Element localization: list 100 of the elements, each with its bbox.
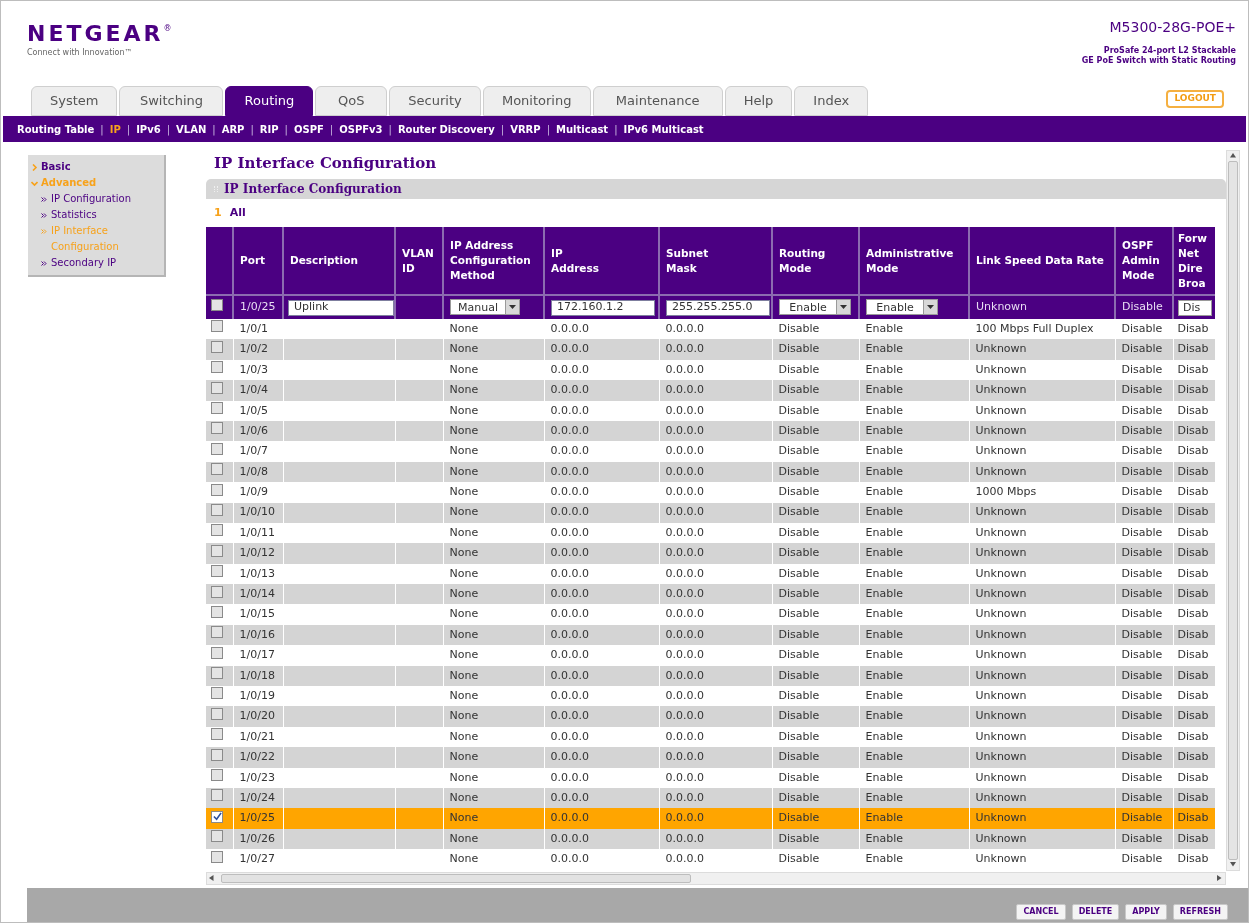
- tagline: Connect with Innovation™: [27, 47, 134, 59]
- submenu-link[interactable]: Multicast: [556, 121, 609, 137]
- checkbox[interactable]: [211, 402, 223, 414]
- table-cell: 0.0.0.0: [544, 706, 659, 727]
- checkbox[interactable]: [211, 524, 223, 537]
- forwarding-select[interactable]: Dis: [1178, 299, 1212, 316]
- nav-tab[interactable]: Security: [389, 86, 481, 116]
- table-cell: Unknown: [969, 808, 1115, 829]
- table-cell: 0.0.0.0: [544, 767, 659, 788]
- action-button[interactable]: APPLY: [1125, 904, 1167, 920]
- submenu-link[interactable]: Router Discovery: [397, 121, 495, 137]
- table-cell: Enable: [859, 808, 969, 829]
- table-cell: Disab: [1173, 849, 1215, 870]
- sidebar-item[interactable]: IP Configuration: [51, 191, 131, 207]
- checkbox[interactable]: [211, 298, 223, 311]
- checkbox[interactable]: [211, 320, 223, 333]
- checkbox[interactable]: [211, 442, 223, 455]
- vertical-scrollbar[interactable]: [1226, 150, 1240, 871]
- checkbox[interactable]: [211, 422, 223, 435]
- action-button[interactable]: CANCEL: [1016, 904, 1066, 920]
- checkbox[interactable]: [211, 728, 223, 741]
- admin-mode-select[interactable]: Enable: [866, 299, 938, 315]
- table-cell: Disable: [772, 482, 859, 503]
- table-cell: Enable: [859, 441, 969, 462]
- description-field[interactable]: Uplink: [288, 299, 394, 316]
- nav-tab[interactable]: QoS: [315, 86, 388, 116]
- routing-mode-select[interactable]: Enable: [779, 299, 851, 315]
- nav-tab[interactable]: System: [31, 86, 118, 116]
- checkbox[interactable]: [211, 667, 223, 680]
- checkbox[interactable]: [211, 544, 223, 557]
- scrollbar-thumb[interactable]: [221, 873, 691, 883]
- menu-separator: |: [614, 122, 618, 137]
- table-cell: Disable: [772, 339, 859, 360]
- checkbox[interactable]: [211, 381, 223, 394]
- scroll-left-icon[interactable]: [209, 875, 215, 882]
- table-cell: Disable: [772, 706, 859, 727]
- submenu-link[interactable]: Routing Table: [17, 121, 95, 137]
- submenu-link[interactable]: IPv6 Multicast: [623, 121, 704, 137]
- scrollbar-thumb[interactable]: [1228, 161, 1238, 860]
- action-button[interactable]: REFRESH: [1172, 904, 1228, 920]
- table-cell: None: [443, 706, 544, 727]
- horizontal-scrollbar[interactable]: [206, 871, 1226, 885]
- nav-tab[interactable]: Help: [724, 86, 793, 116]
- checkbox[interactable]: [211, 585, 223, 598]
- checkbox[interactable]: [211, 850, 223, 863]
- checkbox[interactable]: [211, 503, 223, 516]
- table-cell: Disab: [1173, 645, 1215, 666]
- table-cell: Disable: [1115, 604, 1173, 625]
- nav-tab[interactable]: Index: [794, 86, 869, 116]
- table-cell: Unknown: [969, 400, 1115, 421]
- checkbox[interactable]: [211, 340, 223, 353]
- table-cell: 0.0.0.0: [659, 706, 772, 727]
- method-select[interactable]: Manual: [450, 299, 520, 315]
- sidebar-item[interactable]: Statistics: [51, 207, 97, 223]
- table-cell: Enable: [859, 543, 969, 564]
- checkbox[interactable]: [211, 565, 223, 578]
- table-cell: Disab: [1173, 767, 1215, 788]
- nav-tab[interactable]: Switching: [119, 86, 224, 116]
- checkbox[interactable]: [211, 361, 223, 374]
- checkbox[interactable]: [211, 646, 223, 659]
- table-cell: Disab: [1173, 359, 1215, 381]
- table-cell: Disab: [1173, 584, 1215, 605]
- checkbox[interactable]: [211, 687, 223, 700]
- nav-tab[interactable]: Monitoring: [482, 86, 591, 116]
- unit-label[interactable]: All: [229, 204, 246, 222]
- checkbox[interactable]: [211, 463, 223, 476]
- menu-separator: |: [546, 122, 550, 137]
- submenu-link[interactable]: IPv6: [136, 121, 161, 137]
- subnet-mask-field[interactable]: 255.255.255.0: [666, 299, 770, 316]
- submenu-link[interactable]: RIP: [259, 121, 279, 137]
- submenu-link[interactable]: OSPF: [293, 121, 324, 137]
- menu-separator: |: [212, 122, 216, 137]
- submenu-link[interactable]: VRRP: [510, 121, 541, 137]
- nav-tab[interactable]: Maintenance: [592, 86, 723, 116]
- scroll-down-icon[interactable]: [1230, 862, 1236, 868]
- checkbox[interactable]: [211, 748, 223, 761]
- submenu-link[interactable]: OSPFv3: [339, 121, 383, 137]
- submenu-link[interactable]: ARP: [221, 121, 245, 137]
- table-cell: Unknown: [969, 543, 1115, 564]
- menu-separator: |: [329, 122, 334, 137]
- checkbox[interactable]: [211, 789, 223, 802]
- nav-tab[interactable]: Routing: [225, 86, 314, 116]
- sidebar-item[interactable]: Secondary IP: [51, 255, 117, 271]
- checkbox[interactable]: [211, 769, 223, 782]
- table-cell: 1/0/27: [233, 849, 283, 870]
- checkbox[interactable]: [211, 626, 223, 639]
- checkbox[interactable]: [211, 483, 223, 496]
- table-cell: Enable: [859, 747, 969, 768]
- checkbox[interactable]: [211, 707, 223, 720]
- submenu-link[interactable]: IP: [109, 121, 121, 137]
- checkbox[interactable]: [211, 605, 223, 618]
- scroll-right-icon[interactable]: [1217, 875, 1223, 882]
- action-button[interactable]: DELETE: [1071, 904, 1120, 920]
- scroll-up-icon[interactable]: [1230, 153, 1236, 159]
- sidebar-section[interactable]: Basic: [41, 159, 71, 175]
- submenu-link[interactable]: VLAN: [176, 121, 207, 137]
- checkbox[interactable]: [211, 810, 223, 823]
- table-cell: Disab: [1173, 624, 1215, 646]
- checkbox[interactable]: [211, 830, 223, 843]
- ip-address-field[interactable]: 172.160.1.2: [551, 299, 655, 316]
